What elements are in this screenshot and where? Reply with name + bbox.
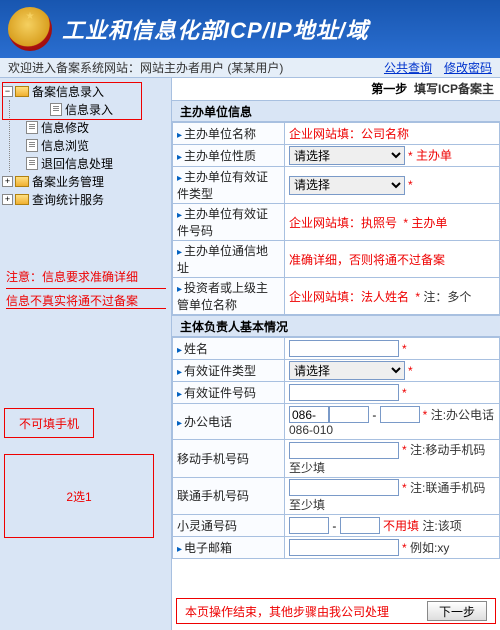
tree-label: 备案业务管理 <box>32 173 104 190</box>
label-unicom: 联通手机号码 <box>173 477 285 515</box>
folder-icon <box>15 86 29 97</box>
label-cert-type: 主办单位有效证件类型 <box>173 167 285 204</box>
section-header-person: 主体负责人基本情况 <box>172 315 500 337</box>
hint-unit-name: 企业网站填：公司名称 <box>289 127 409 141</box>
next-button[interactable]: 下一步 <box>427 601 487 621</box>
app-header: 工业和信息化部ICP/IP地址/域 <box>0 0 500 58</box>
label-investor: 投资者或上级主管单位名称 <box>173 278 285 315</box>
document-icon <box>26 139 38 152</box>
footer-note: 本页操作结束，其他步骤由我公司处理 <box>185 603 427 620</box>
plus-icon: + <box>2 194 13 205</box>
label-addr: 主办单位通信地址 <box>173 241 285 278</box>
select-idtype[interactable]: 请选择 <box>289 361 405 380</box>
rt: 主办单 <box>416 149 452 163</box>
input-phs-a[interactable] <box>289 517 329 534</box>
input-email[interactable] <box>289 539 399 556</box>
rt: 主办单 <box>411 216 447 230</box>
input-unicom[interactable] <box>289 479 399 496</box>
annotation-rule <box>6 288 166 289</box>
input-phone-area[interactable] <box>329 406 369 423</box>
sidebar: − 备案信息录入 信息录入 信息修改 信息浏览 <box>0 78 172 630</box>
minus-icon: − <box>2 86 13 97</box>
document-icon <box>26 121 38 134</box>
rt: 注:该项 <box>422 519 461 533</box>
app-title: 工业和信息化部ICP/IP地址/域 <box>62 13 369 45</box>
tree-label: 信息修改 <box>41 119 89 136</box>
label-unit-nature: 主办单位性质 <box>173 145 285 167</box>
person-info-table: 姓名 * 有效证件类型 请选择* 有效证件号码 * 办公电话 - * 注:办公电… <box>172 337 500 559</box>
label-name: 姓名 <box>173 338 285 360</box>
unit-info-table: 主办单位名称 企业网站填：公司名称 主办单位性质 请选择* 主办单 主办单位有效… <box>172 122 500 315</box>
public-query-link[interactable]: 公共查询 <box>384 59 432 76</box>
tree-label: 信息录入 <box>65 101 113 118</box>
input-phone-num[interactable] <box>380 406 420 423</box>
section-header-unit: 主办单位信息 <box>172 100 500 122</box>
tree-leaf-info-entry[interactable]: 信息录入 <box>10 100 169 118</box>
plus-icon: + <box>2 176 13 187</box>
hint-cert-no: 企业网站填：执照号 <box>289 216 397 230</box>
document-icon <box>26 157 38 170</box>
tree-leaf-modify[interactable]: 信息修改 <box>10 118 169 136</box>
folder-icon <box>15 194 29 205</box>
tree-leaf-return[interactable]: 退回信息处理 <box>10 154 169 172</box>
content-panel: 第一步 填写ICP备案主 主办单位信息 主办单位名称 企业网站填：公司名称 主办… <box>172 78 500 630</box>
annotation-no-mobile: 不可填手机 <box>4 408 94 438</box>
top-bar: 欢迎进入备案系统网站：网站主办者用户 (某某用户) 公共查询 修改密码 <box>0 58 500 78</box>
tree-folder-query[interactable]: + 查询统计服务 <box>2 190 169 208</box>
input-phone-cc[interactable] <box>289 406 329 423</box>
annotation-rule <box>6 308 166 309</box>
change-password-link[interactable]: 修改密码 <box>444 59 492 76</box>
tree-label: 信息浏览 <box>41 137 89 154</box>
hint-phs: 不用填 <box>383 519 419 533</box>
rt: 例如:xy <box>410 541 449 555</box>
welcome-text: 欢迎进入备案系统网站：网站主办者用户 (某某用户) <box>8 59 372 76</box>
label-office-phone: 办公电话 <box>173 404 285 440</box>
document-icon <box>50 103 62 116</box>
tree-label: 查询统计服务 <box>32 191 104 208</box>
label-idtype: 有效证件类型 <box>173 360 285 382</box>
footer-bar: 本页操作结束，其他步骤由我公司处理 下一步 <box>176 598 496 624</box>
label-unit-name: 主办单位名称 <box>173 123 285 145</box>
nav-tree: − 备案信息录入 信息录入 信息修改 信息浏览 <box>0 78 171 212</box>
select-cert-type[interactable]: 请选择 <box>289 176 405 195</box>
rt: 注：多个 <box>423 290 471 304</box>
input-mobile[interactable] <box>289 442 399 459</box>
tree-label: 退回信息处理 <box>41 155 113 172</box>
tree-folder-business[interactable]: + 备案业务管理 <box>2 172 169 190</box>
annotation-note-2: 信息不真实将通不过备案 <box>6 292 138 309</box>
select-unit-nature[interactable]: 请选择 <box>289 146 405 165</box>
tree-label: 备案信息录入 <box>32 83 104 100</box>
folder-icon <box>15 176 29 187</box>
input-phs-b[interactable] <box>340 517 380 534</box>
hint-investor: 企业网站填：法人姓名 <box>289 290 409 304</box>
label-mobile: 移动手机号码 <box>173 440 285 478</box>
input-idno[interactable] <box>289 384 399 401</box>
hint-addr: 准确详细，否则将通不过备案 <box>289 253 445 267</box>
label-idno: 有效证件号码 <box>173 382 285 404</box>
label-cert-no: 主办单位有效证件号码 <box>173 204 285 241</box>
national-emblem-icon <box>8 7 52 51</box>
tree-leaf-browse[interactable]: 信息浏览 <box>10 136 169 154</box>
annotation-choose-one: 2选1 <box>4 454 154 538</box>
label-phs: 小灵通号码 <box>173 515 285 537</box>
annotation-note-1: 注意：信息要求准确详细 <box>6 268 138 285</box>
tree-folder-record-entry[interactable]: − 备案信息录入 <box>2 82 169 100</box>
input-name[interactable] <box>289 340 399 357</box>
label-email: 电子邮箱 <box>173 537 285 559</box>
step-indicator: 第一步 填写ICP备案主 <box>172 78 500 100</box>
